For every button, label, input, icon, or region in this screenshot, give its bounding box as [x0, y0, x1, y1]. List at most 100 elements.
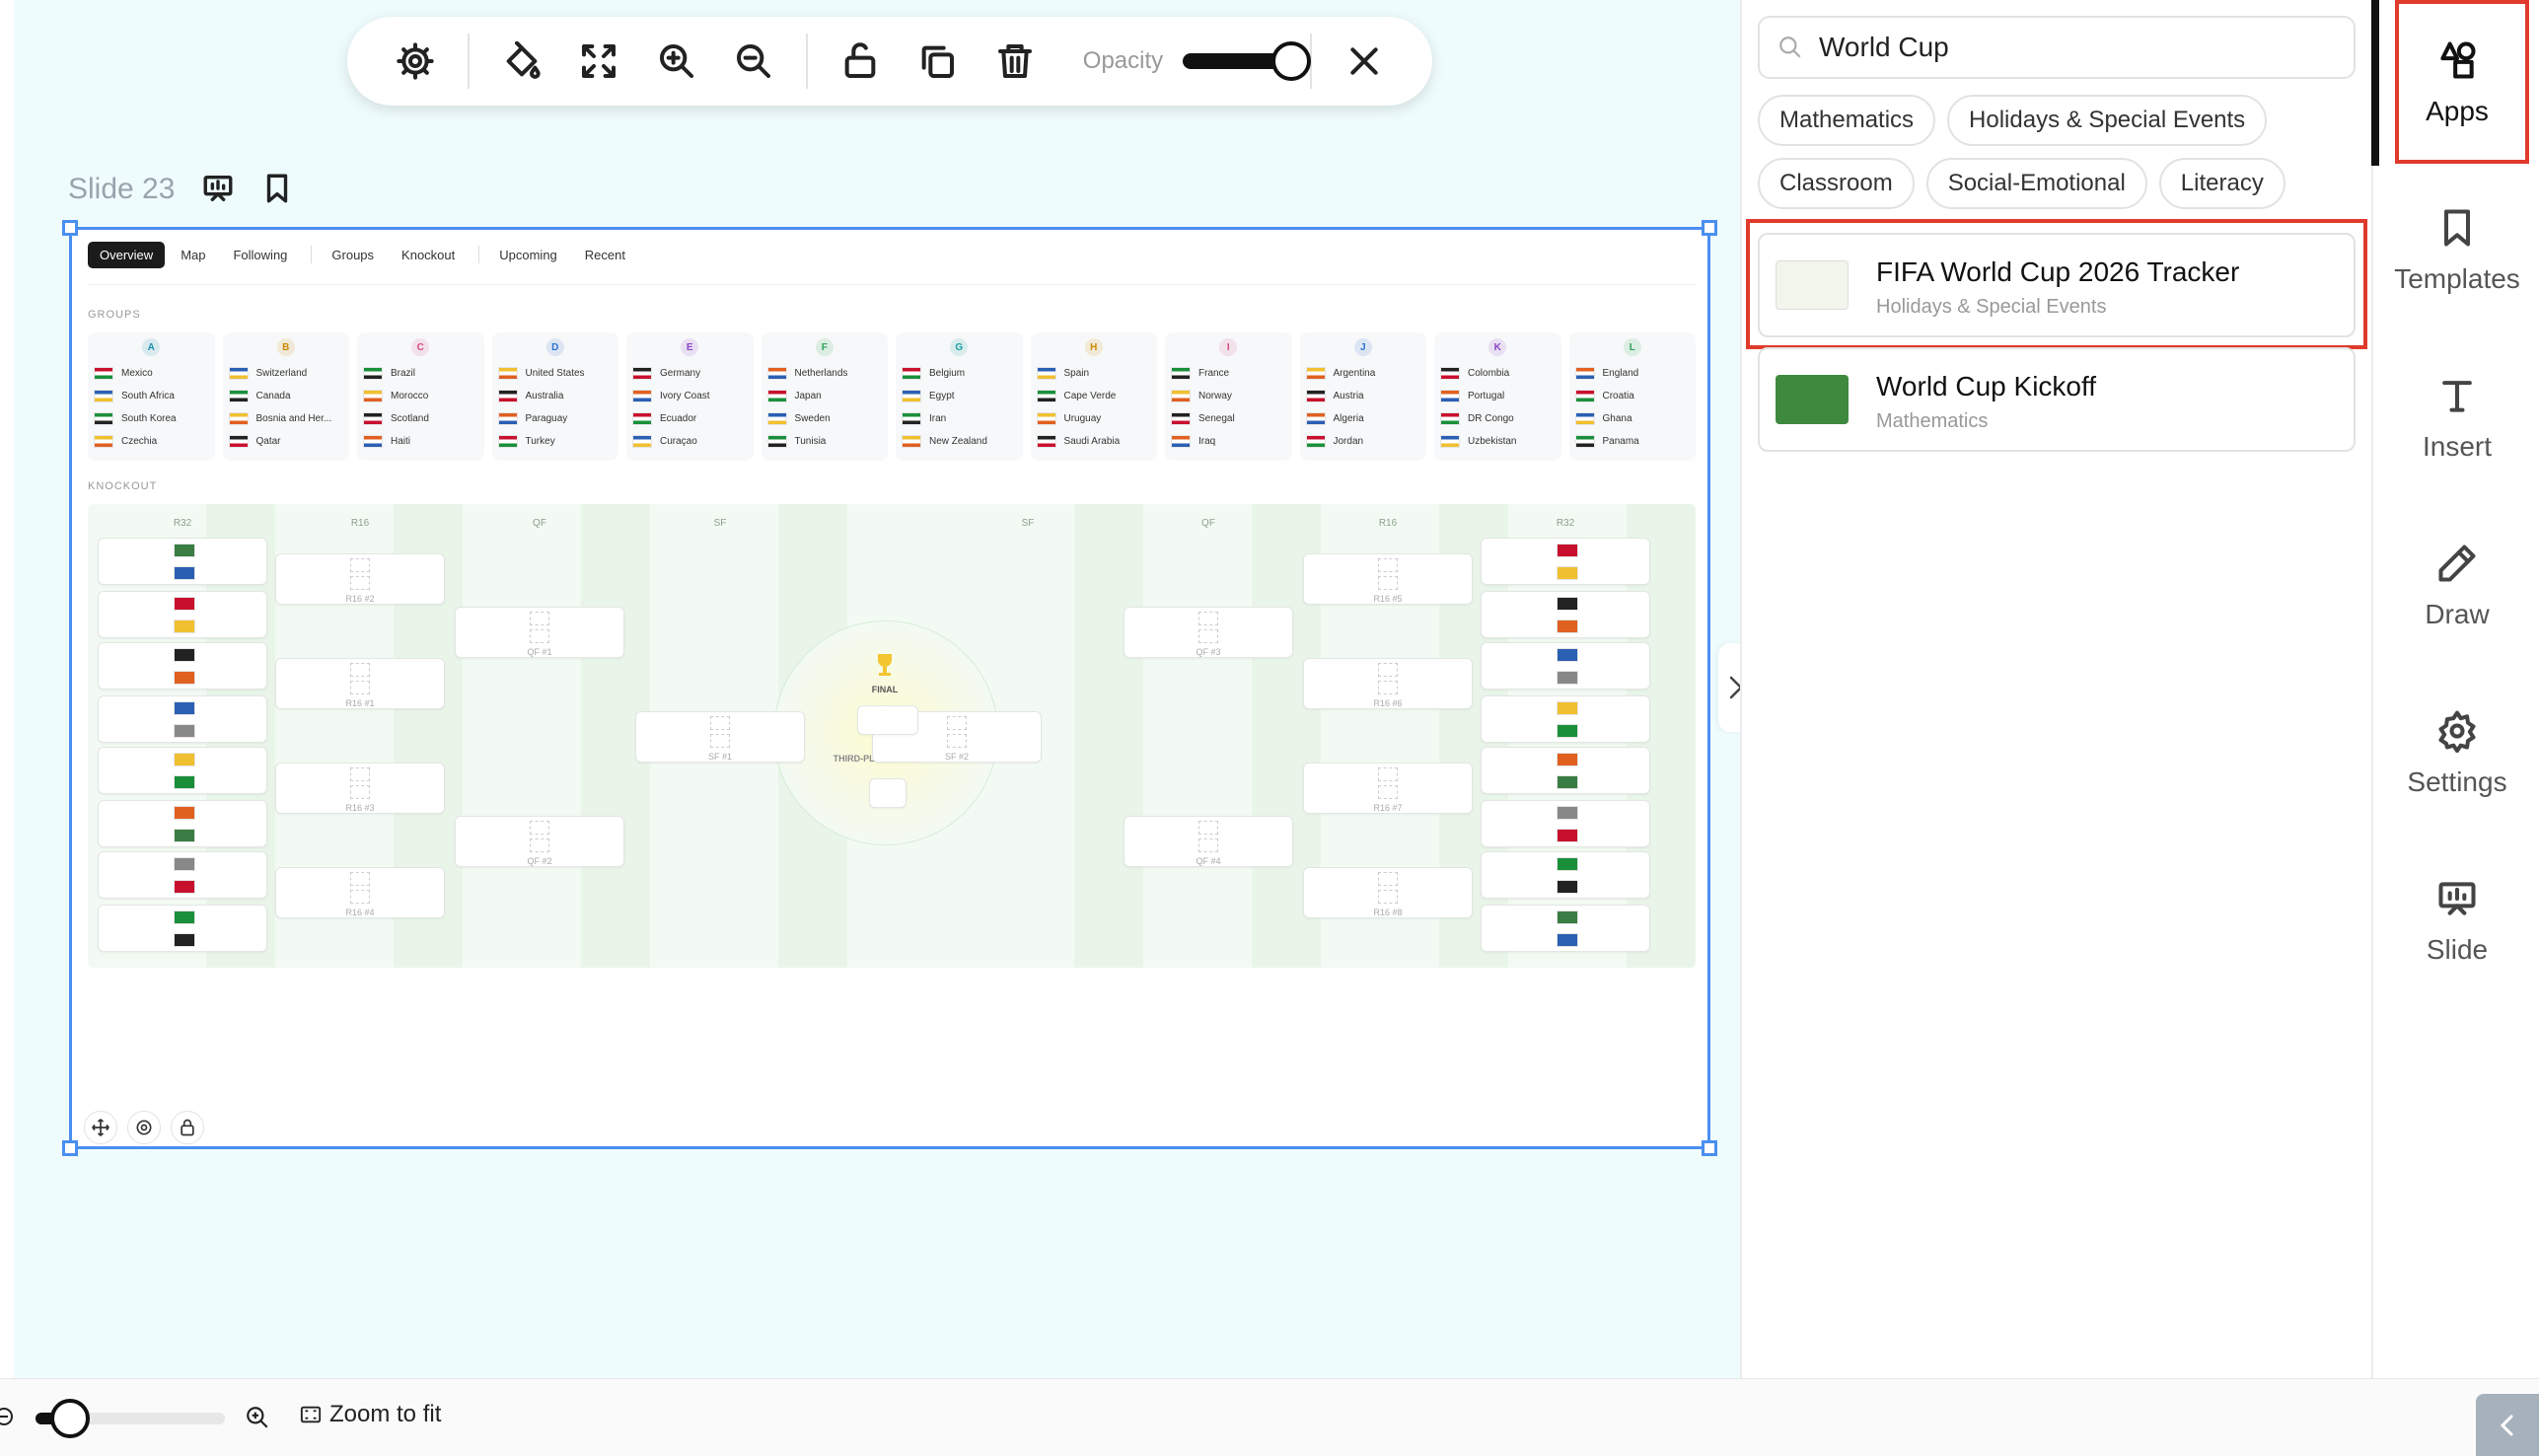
r32-match-card[interactable] — [98, 538, 267, 585]
bracket-match-card[interactable]: QF #1 — [455, 607, 624, 658]
team-row[interactable]: Ecuador — [632, 407, 748, 430]
tracker-embed[interactable]: Overview Map Following Groups Knockout Upcomi… — [62, 220, 1717, 1156]
team-row[interactable]: Qatar — [228, 430, 344, 453]
team-row[interactable]: Norway — [1171, 385, 1286, 407]
team-row[interactable]: Iran — [902, 407, 1017, 430]
tracker-tab[interactable]: Upcoming — [487, 242, 569, 268]
bracket-match-card[interactable]: R16 #8 — [1303, 867, 1473, 918]
r32-match-card[interactable] — [98, 851, 267, 899]
r32-match-card[interactable] — [98, 695, 267, 743]
resize-handle-nw[interactable] — [62, 220, 78, 236]
nav-settings[interactable]: Settings — [2373, 685, 2539, 823]
bracket-match-card[interactable]: SF #1 — [635, 711, 805, 763]
team-row[interactable]: Iraq — [1171, 430, 1286, 453]
team-row[interactable]: Morocco — [363, 385, 478, 407]
bracket-match-card[interactable]: R16 #5 — [1303, 553, 1473, 605]
team-row[interactable]: Paraguay — [497, 407, 614, 430]
category-chip[interactable]: Mathematics — [1758, 95, 1936, 146]
delete-button[interactable] — [986, 29, 1044, 94]
team-row[interactable]: Canada — [228, 385, 344, 407]
search-box[interactable] — [1758, 16, 2356, 79]
team-row[interactable]: England — [1574, 362, 1691, 385]
r32-match-card[interactable] — [1481, 695, 1650, 743]
team-row[interactable]: Australia — [497, 385, 614, 407]
team-row[interactable]: Portugal — [1440, 385, 1556, 407]
r32-match-card[interactable] — [98, 591, 267, 638]
team-row[interactable]: Scotland — [363, 407, 478, 430]
final-match-card[interactable] — [857, 705, 918, 735]
bracket-match-card[interactable]: R16 #2 — [275, 553, 445, 605]
team-row[interactable]: Panama — [1574, 430, 1691, 453]
team-row[interactable]: Mexico — [94, 362, 209, 385]
category-chip[interactable]: Literacy — [2158, 158, 2285, 209]
zoom-in-button[interactable] — [648, 29, 705, 94]
fill-color-button[interactable] — [493, 29, 550, 94]
r32-match-card[interactable] — [1481, 747, 1650, 794]
team-row[interactable]: Colombia — [1440, 362, 1556, 385]
resize-handle-ne[interactable] — [1702, 220, 1717, 236]
bracket-match-card[interactable]: R16 #1 — [275, 658, 445, 709]
duplicate-button[interactable] — [908, 29, 966, 94]
bracket-match-card[interactable]: R16 #7 — [1303, 763, 1473, 814]
bracket-match-card[interactable]: QF #3 — [1124, 607, 1293, 658]
category-chip[interactable]: Social-Emotional — [1925, 158, 2147, 209]
team-row[interactable]: Ivory Coast — [632, 385, 748, 407]
r32-match-card[interactable] — [1481, 800, 1650, 847]
final-match-card[interactable] — [869, 778, 907, 808]
team-row[interactable]: Czechia — [94, 430, 209, 453]
r32-match-card[interactable] — [98, 747, 267, 794]
team-row[interactable]: Belgium — [902, 362, 1017, 385]
embed-settings-button[interactable] — [127, 1111, 161, 1144]
present-button[interactable] — [201, 172, 235, 205]
nav-slide[interactable]: Slide — [2373, 852, 2539, 990]
team-row[interactable]: Croatia — [1574, 385, 1691, 407]
opacity-thumb[interactable] — [1271, 41, 1312, 81]
team-row[interactable]: Sweden — [766, 407, 883, 430]
team-row[interactable]: Curaçao — [632, 430, 748, 453]
team-row[interactable]: Austria — [1305, 385, 1421, 407]
team-row[interactable]: Tunisia — [766, 430, 883, 453]
team-row[interactable]: France — [1171, 362, 1286, 385]
tracker-tab[interactable]: Groups — [320, 242, 386, 268]
canvas[interactable]: Opacity Slide 23 Overview Map Following Gro… — [14, 0, 1754, 1378]
r32-match-card[interactable] — [1481, 538, 1650, 585]
nav-templates[interactable]: Templates — [2373, 182, 2539, 320]
team-row[interactable]: Brazil — [363, 362, 478, 385]
bracket-match-card[interactable]: R16 #4 — [275, 867, 445, 918]
team-row[interactable]: Egypt — [902, 385, 1017, 407]
team-row[interactable]: Ghana — [1574, 407, 1691, 430]
team-row[interactable]: Jordan — [1305, 430, 1421, 453]
tracker-tab[interactable]: Overview — [88, 241, 166, 268]
team-row[interactable]: Algeria — [1305, 407, 1421, 430]
team-row[interactable]: Turkey — [497, 430, 614, 453]
team-row[interactable]: Saudi Arabia — [1036, 430, 1152, 453]
bracket-match-card[interactable]: QF #2 — [455, 816, 624, 867]
team-row[interactable]: Uruguay — [1036, 407, 1152, 430]
zoom-out-small-icon[interactable] — [0, 1405, 20, 1432]
r32-match-card[interactable] — [1481, 591, 1650, 638]
team-row[interactable]: New Zealand — [902, 430, 1017, 453]
bracket-match-card[interactable]: R16 #3 — [275, 763, 445, 814]
nav-insert[interactable]: Insert — [2373, 349, 2539, 487]
resize-handle-se[interactable] — [1702, 1140, 1717, 1156]
r32-match-card[interactable] — [1481, 642, 1650, 690]
team-row[interactable]: Japan — [766, 385, 883, 407]
r32-match-card[interactable] — [98, 642, 267, 690]
zoom-in-small-icon[interactable] — [245, 1405, 270, 1430]
embed-lock-button[interactable] — [171, 1111, 204, 1144]
r32-match-card[interactable] — [1481, 905, 1650, 952]
team-row[interactable]: Germany — [632, 362, 748, 385]
fullscreen-button[interactable] — [570, 29, 627, 94]
team-row[interactable]: Bosnia and Her... — [228, 407, 344, 430]
category-chip[interactable]: Classroom — [1758, 158, 1915, 209]
zoom-slider-thumb[interactable] — [50, 1399, 91, 1438]
tracker-tab[interactable]: Knockout — [390, 242, 467, 268]
settings-button[interactable] — [387, 29, 444, 94]
tracker-tab[interactable]: Following — [221, 242, 299, 268]
bracket-match-card[interactable]: QF #4 — [1124, 816, 1293, 867]
unlock-button[interactable] — [832, 29, 889, 94]
nav-draw[interactable]: Draw — [2373, 517, 2539, 655]
zoom-to-fit-button[interactable]: Zoom to fit — [300, 1401, 441, 1428]
team-row[interactable]: Argentina — [1305, 362, 1421, 385]
team-row[interactable]: Switzerland — [228, 362, 344, 385]
